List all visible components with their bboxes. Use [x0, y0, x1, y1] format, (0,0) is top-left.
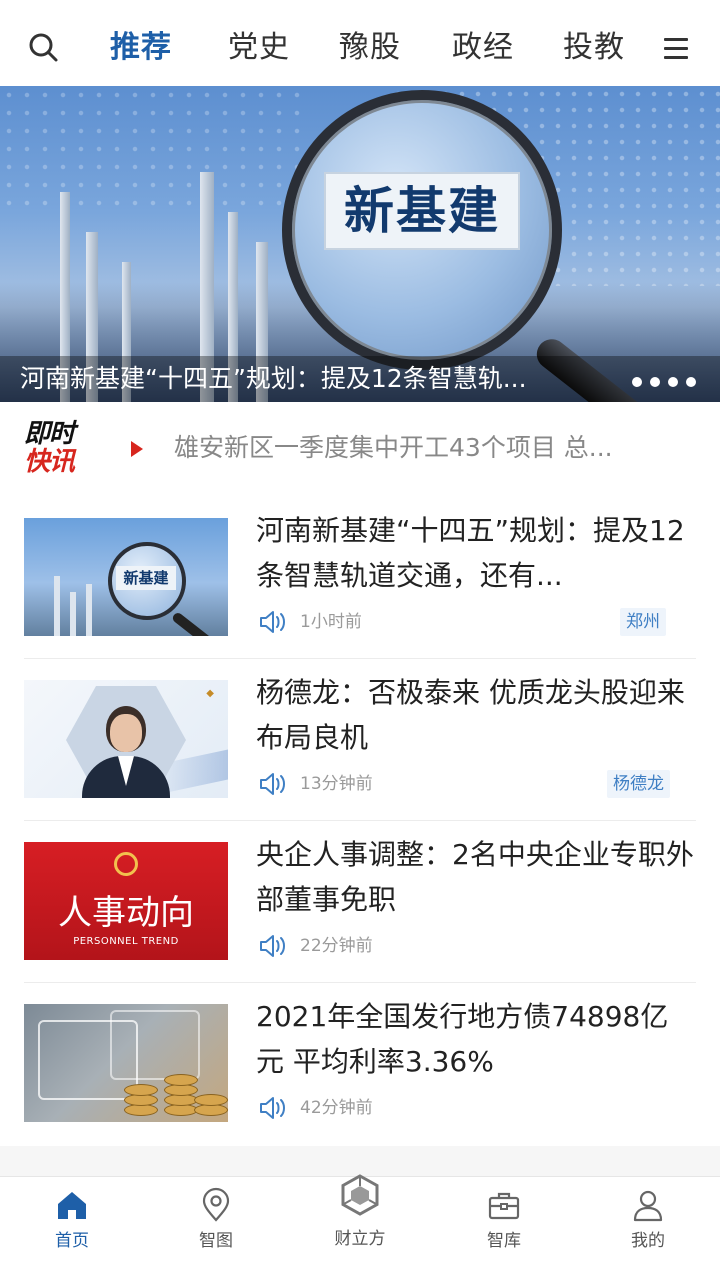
news-thumbnail: ◆ [24, 680, 228, 798]
tab-henan-stocks[interactable]: 豫股 [339, 28, 401, 68]
banner-caption: 河南新基建“十四五”规划：提及12条智慧轨... [0, 356, 720, 402]
coin-logo-icon [114, 852, 138, 876]
hamburger-menu-icon[interactable] [660, 32, 694, 66]
bottom-nav: 首页 智图 财立方 智库 我的 [0, 1174, 720, 1280]
magnifier-image: 新基建 [282, 90, 692, 402]
carousel-dot[interactable] [686, 377, 696, 387]
banner-title[interactable]: 河南新基建“十四五”规划：提及12条智慧轨... [20, 362, 610, 396]
news-time: 1小时前 [300, 612, 362, 632]
home-icon [54, 1187, 90, 1223]
search-icon[interactable] [24, 28, 64, 68]
cube-logo-icon [338, 1173, 382, 1217]
carousel-dot[interactable] [650, 377, 660, 387]
flash-news-bar[interactable]: 即时 快讯 雄安新区一季度集中开工43个项目 总... [0, 402, 720, 494]
news-time: 42分钟前 [300, 1098, 373, 1118]
news-item[interactable]: ◆ 杨德龙：否极泰来 优质龙头股迎来布局良机 13分钟前 杨德龙 [0, 658, 720, 820]
play-arrow-icon [131, 441, 143, 457]
news-thumbnail: 新基建 [24, 518, 228, 636]
carousel-dot[interactable] [668, 377, 678, 387]
banner-carousel[interactable]: 新基建 河南新基建“十四五”规划：提及12条智慧轨... [0, 86, 720, 402]
banner-image-text: 新基建 [324, 172, 520, 250]
speaker-icon[interactable] [258, 609, 288, 635]
top-nav: 推荐 党史 豫股 政经 投教 [0, 0, 720, 90]
location-pin-icon [198, 1187, 234, 1223]
tab-investor-education[interactable]: 投教 [563, 28, 625, 68]
bottom-nav-profile[interactable]: 我的 [598, 1177, 698, 1280]
news-tag[interactable]: 郑州 [620, 608, 666, 636]
tab-politics-economy[interactable]: 政经 [452, 28, 514, 68]
tab-party-history[interactable]: 党史 [228, 28, 290, 68]
news-tag[interactable]: 杨德龙 [607, 770, 670, 798]
news-item[interactable]: 2021年全国发行地方债74898亿元 平均利率3.36% 42分钟前 [0, 982, 720, 1144]
flash-news-text[interactable]: 雄安新区一季度集中开工43个项目 总... [174, 430, 694, 466]
brand-logo-icon: ◆ [206, 688, 214, 699]
speaker-icon[interactable] [258, 933, 288, 959]
speaker-icon[interactable] [258, 771, 288, 797]
news-thumbnail [24, 1004, 228, 1122]
briefcase-icon [486, 1187, 522, 1223]
flash-news-logo: 即时 快讯 [24, 419, 75, 477]
news-time: 13分钟前 [300, 774, 373, 794]
bottom-nav-caicube[interactable]: 财立方 [310, 1174, 410, 1280]
news-thumbnail: 人事动向 PERSONNEL TREND [24, 842, 228, 960]
news-title[interactable]: 2021年全国发行地方债74898亿元 平均利率3.36% [256, 994, 696, 1084]
user-icon [630, 1187, 666, 1223]
carousel-dots [624, 372, 696, 391]
bottom-nav-home[interactable]: 首页 [22, 1177, 122, 1280]
tab-recommend[interactable]: 推荐 [110, 28, 172, 68]
bottom-nav-thinktank[interactable]: 智库 [454, 1177, 554, 1280]
news-title[interactable]: 央企人事调整：2名中央企业专职外部董事免职 [256, 832, 696, 922]
news-time: 22分钟前 [300, 936, 373, 956]
news-item[interactable]: 新基建 河南新基建“十四五”规划：提及12条智慧轨道交通，还有... 1小时前 … [0, 496, 720, 658]
speaker-icon[interactable] [258, 1095, 288, 1121]
carousel-dot[interactable] [632, 377, 642, 387]
news-title[interactable]: 河南新基建“十四五”规划：提及12条智慧轨道交通，还有... [256, 508, 696, 598]
news-title[interactable]: 杨德龙：否极泰来 优质龙头股迎来布局良机 [256, 670, 696, 760]
news-item[interactable]: 人事动向 PERSONNEL TREND 央企人事调整：2名中央企业专职外部董事… [0, 820, 720, 982]
bottom-nav-map[interactable]: 智图 [166, 1177, 266, 1280]
